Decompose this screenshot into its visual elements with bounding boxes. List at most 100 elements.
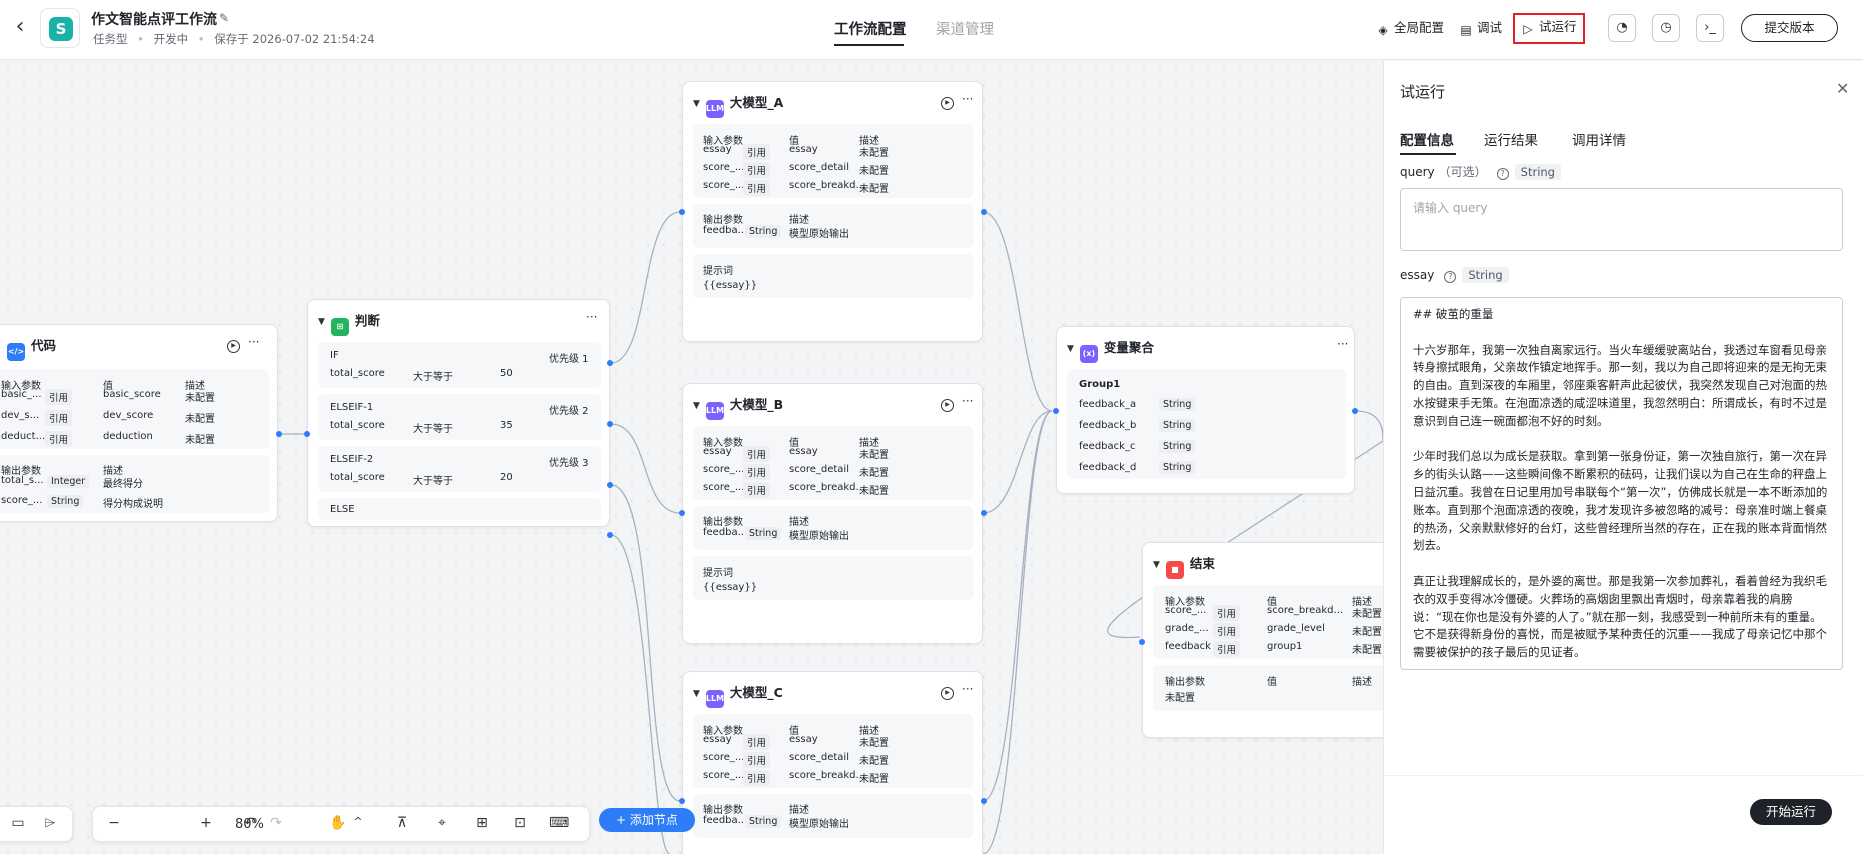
branch-if: IF 优先级 1 total_score 大于等于 50 (318, 342, 601, 388)
code-output-port[interactable] (276, 431, 282, 437)
close-icon[interactable]: ✕ (1836, 79, 1849, 98)
more-icon[interactable]: ··· (962, 92, 973, 106)
param-desc: 未配置 (859, 166, 889, 177)
node-code[interactable]: </> 代码 ▶ ··· 输入参数 值 描述 basic_... 引用 basic_… (0, 324, 278, 522)
comment-icon[interactable]: ⌲ (41, 815, 59, 831)
more-icon[interactable]: ··· (248, 335, 259, 349)
end-input-port[interactable] (1139, 639, 1145, 645)
judge-else-port[interactable] (607, 532, 613, 538)
llm-b-output-port[interactable] (981, 510, 987, 516)
node-llm-a[interactable]: ▼ LLM 大模型_A ▶ ··· 输入参数 值 描述 essay 引用 essay … (682, 81, 983, 342)
node-llm-c-title: 大模型_C (729, 685, 783, 700)
collapse-caret-icon[interactable]: ▼ (693, 99, 700, 109)
keyboard-icon[interactable]: ⌨ (549, 815, 569, 831)
var-input-port[interactable] (1053, 408, 1059, 414)
app-status: 开发中 (153, 32, 189, 46)
app-logo-icon: S (49, 17, 73, 41)
workflow-canvas[interactable]: </> 代码 ▶ ··· 输入参数 值 描述 basic_... 引用 basic_… (0, 61, 1383, 854)
branch-priority: 优先级 2 (549, 406, 589, 417)
more-icon[interactable]: ··· (1337, 337, 1348, 351)
minimap-icon[interactable]: ▭ (9, 815, 27, 831)
desc-header: 描述 (789, 517, 809, 528)
locate-icon[interactable]: ⌖ (433, 815, 451, 831)
llm-c-input-port[interactable] (679, 798, 685, 804)
query-input[interactable]: 请输入 query (1400, 188, 1843, 251)
collapse-caret-icon[interactable]: ▼ (693, 689, 700, 699)
value-header: 值 (1267, 677, 1277, 688)
run-node-play-icon[interactable]: ▶ (941, 687, 954, 700)
collapse-caret-icon[interactable]: ▼ (1153, 560, 1160, 570)
output-name: total_s... (1, 475, 44, 486)
judge-elseif1-port[interactable] (607, 421, 613, 427)
redo-icon[interactable]: ↷ (267, 815, 285, 831)
node-code-header: </> 代码 (7, 335, 56, 361)
more-icon[interactable]: ··· (962, 682, 973, 696)
param-value: basic_score (103, 389, 161, 400)
debug-button[interactable]: ▤ 调试 (1459, 14, 1502, 42)
node-llm-c[interactable]: ▼ LLM 大模型_C ▶ ··· 输入参数 值 描述 essay 引用 essay … (682, 671, 983, 854)
node-end[interactable]: ▼ ■ 结束 输入参数 值 描述 score_... 引用 score_breakd… (1142, 542, 1383, 738)
chevron-up-icon[interactable]: ^ (349, 815, 367, 828)
desc-header: 描述 (789, 215, 809, 226)
judge-if-port[interactable] (607, 360, 613, 366)
wire-if-llm-a (610, 211, 681, 364)
llm-a-output-port[interactable] (981, 209, 987, 215)
tab-channel-management[interactable]: 渠道管理 (936, 18, 994, 39)
branch-label: IF (330, 350, 339, 361)
undo-icon[interactable]: ↶ (241, 815, 259, 831)
more-icon[interactable]: ··· (962, 394, 973, 408)
more-icon[interactable]: ··· (586, 310, 597, 324)
param-name: deduct... (1, 431, 46, 442)
collapse-caret-icon[interactable]: ▼ (693, 401, 700, 411)
publish-history-icon[interactable]: ◔ (1608, 14, 1636, 42)
collapse-caret-icon[interactable]: ▼ (318, 317, 325, 327)
help-icon[interactable]: ? (1444, 271, 1457, 283)
node-variable-aggregation[interactable]: ▼ (x) 变量聚合 ··· Group1 feedback_a String fe… (1056, 326, 1355, 494)
global-config-button[interactable]: ◈ 全局配置 (1376, 14, 1444, 42)
judge-elseif2-port[interactable] (607, 482, 613, 488)
query-label: query (1400, 165, 1435, 179)
tab-run-result[interactable]: 运行结果 (1484, 129, 1538, 149)
hand-pan-icon[interactable]: ✋ (329, 815, 347, 831)
param-desc: 未配置 (185, 414, 215, 425)
tab-call-detail[interactable]: 调用详情 (1572, 129, 1626, 149)
essay-type-tag: String (1462, 267, 1509, 283)
run-node-play-icon[interactable]: ▶ (941, 399, 954, 412)
query-placeholder: 请输入 query (1413, 201, 1488, 215)
judge-input-port[interactable] (304, 431, 310, 437)
llm-c-output-port[interactable] (981, 798, 987, 804)
stop-icon: ■ (1165, 561, 1184, 579)
prompt-value: {{essay}} (703, 280, 758, 291)
app-logo: S (40, 8, 80, 48)
submit-version-button[interactable]: 提交版本 (1741, 14, 1838, 42)
node-judge[interactable]: ▼ ⊞ 判断 ··· IF 优先级 1 total_score 大于等于 50 EL… (307, 299, 610, 527)
llm-a-input-port[interactable] (679, 209, 685, 215)
add-node-button[interactable]: + 添加节点 (599, 808, 695, 832)
zoom-out-icon[interactable]: − (105, 815, 123, 831)
node-llm-b[interactable]: ▼ LLM 大模型_B ▶ ··· 输入参数 值 描述 essay 引用 essay … (682, 383, 983, 644)
trial-run-button[interactable]: ▷ 试运行 (1513, 13, 1585, 44)
version-history-icon[interactable]: ◷ (1652, 14, 1680, 42)
llm-output-section: 输出参数 描述 feedba... String 模型原始输出 (693, 204, 974, 248)
tab-config-info[interactable]: 配置信息 (1400, 129, 1454, 149)
output-desc: 模型原始输出 (789, 819, 849, 830)
add-note-icon[interactable]: ⊡ (511, 815, 529, 831)
layout-icon[interactable]: ⊼ (393, 815, 411, 831)
help-icon[interactable]: ? (1496, 168, 1509, 180)
run-node-play-icon[interactable]: ▶ (941, 97, 954, 110)
zoom-in-icon[interactable]: + (197, 815, 215, 831)
wire-llm-c-agg (982, 410, 1053, 802)
output-params-header: 输出参数 (703, 805, 743, 816)
grid-icon[interactable]: ⊞ (473, 815, 491, 831)
tab-workflow-config[interactable]: 工作流配置 (834, 18, 907, 39)
terminal-icon[interactable]: ›_ (1696, 14, 1724, 42)
run-node-play-icon[interactable]: ▶ (227, 340, 240, 353)
llm-b-input-port[interactable] (679, 510, 685, 516)
back-chevron-left-icon[interactable]: ‹ (8, 16, 32, 40)
type-tag: String (47, 495, 84, 508)
edit-pencil-icon[interactable]: ✎ (219, 11, 229, 25)
var-output-port[interactable] (1352, 408, 1358, 414)
collapse-caret-icon[interactable]: ▼ (1067, 344, 1074, 354)
start-run-button[interactable]: 开始运行 (1750, 799, 1832, 825)
essay-input[interactable]: ## 破茧的重量 十六岁那年，我第一次独自离家远行。当火车缓缓驶离站台，我透过车… (1400, 297, 1843, 670)
